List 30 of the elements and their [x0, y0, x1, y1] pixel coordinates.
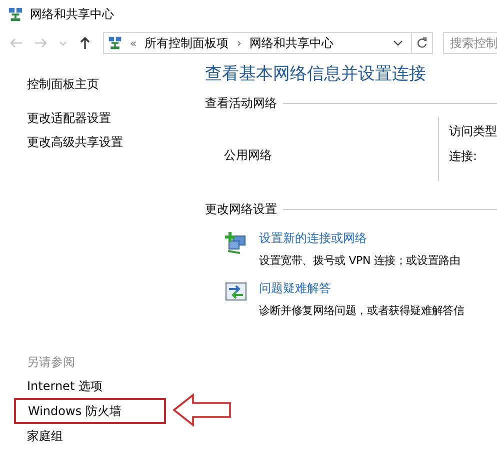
sidebar-link[interactable]: 更改适配器设置 — [27, 106, 111, 130]
network-name: 公用网络 — [224, 146, 272, 164]
refresh-icon[interactable] — [416, 37, 428, 49]
sidebar-link[interactable]: Internet 选项 — [27, 374, 102, 398]
breadcrumb-separator: › — [236, 36, 242, 50]
access-type-label: 访问类型 — [449, 123, 497, 140]
breadcrumb-item[interactable]: 所有控制面板项 — [144, 34, 229, 52]
window-title: 网络和共享中心 — [30, 6, 114, 22]
sidebar-link[interactable]: 更改高级共享设置 — [27, 130, 123, 154]
task-description: 诊断并修复网络问题，或者获得疑难解答信 — [259, 303, 464, 318]
task-description: 设置宽带、拨号或 VPN 连接；或设置路由 — [259, 253, 460, 268]
section-title: 另请参阅 — [27, 354, 75, 371]
overflow-chevron[interactable]: « — [130, 36, 137, 50]
task-link[interactable]: 问题疑难解答 — [259, 280, 331, 297]
address-bar[interactable]: « 所有控制面板项 › 网络和共享中心 — [103, 32, 433, 54]
network-icon — [8, 6, 23, 22]
sidebar-link[interactable]: 控制面板主页 — [27, 72, 99, 96]
sidebar-link[interactable]: Windows 防火墙 — [14, 398, 166, 424]
network-icon — [108, 36, 122, 50]
troubleshoot-icon — [225, 282, 247, 302]
connections-label: 连接: — [449, 148, 478, 165]
task-link[interactable]: 设置新的连接或网络 — [259, 230, 367, 247]
page-heading: 查看基本网络信息并设置连接 — [205, 63, 427, 86]
section-title: 更改网络设置 — [205, 201, 277, 218]
network-connection-icon — [224, 232, 248, 254]
sidebar-link[interactable]: 家庭组 — [27, 424, 63, 448]
breadcrumb-item[interactable]: 网络和共享中心 — [250, 34, 334, 52]
dropdown-caret-icon[interactable] — [393, 39, 403, 47]
search-field[interactable]: 搜索控制 — [443, 32, 497, 54]
section-title: 查看活动网络 — [205, 95, 277, 112]
